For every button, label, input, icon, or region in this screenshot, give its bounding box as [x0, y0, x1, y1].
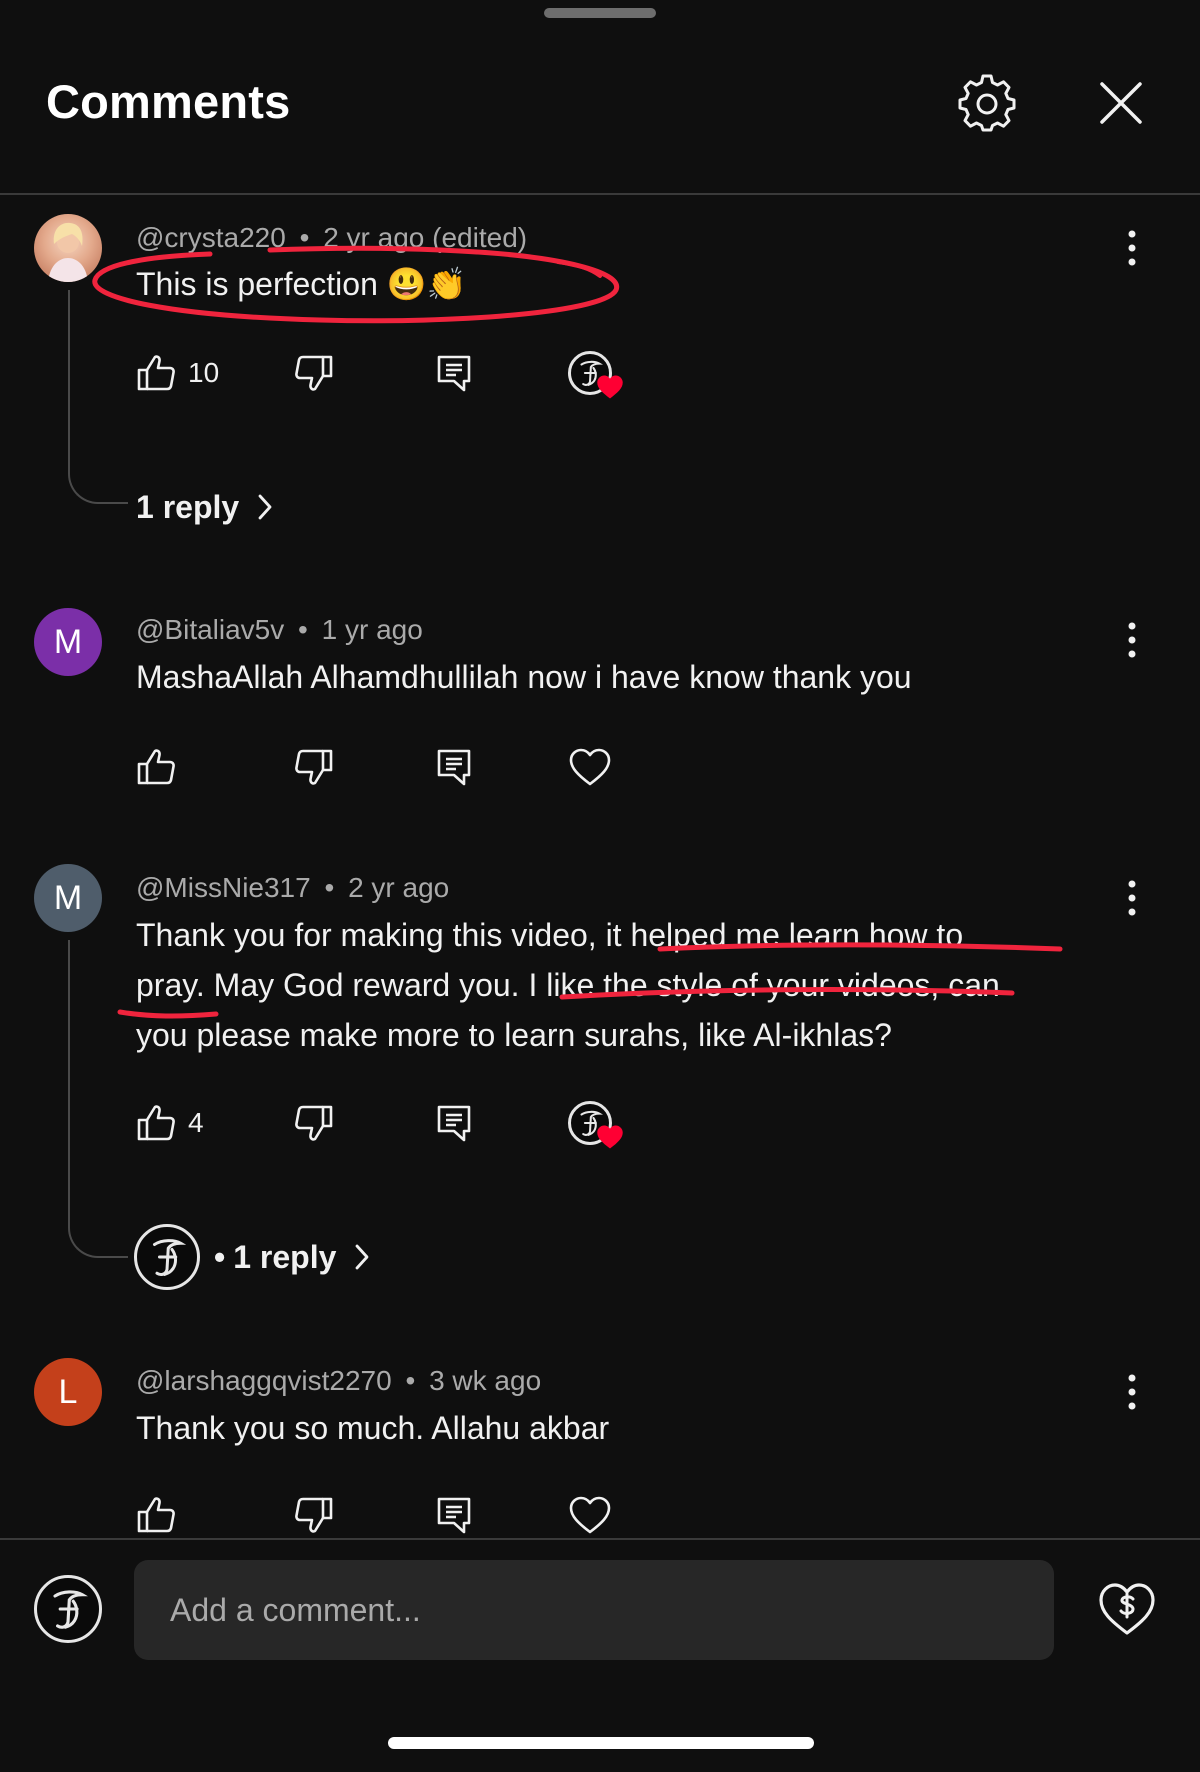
replies-dot: •: [214, 1238, 226, 1275]
comment-text: Thank you so much. Allahu akbar: [136, 1410, 610, 1446]
reply-icon: [434, 1103, 474, 1143]
heart-button[interactable]: [568, 742, 612, 792]
like-count: 10: [188, 357, 220, 388]
dislike-button[interactable]: [294, 1098, 334, 1148]
more-options-icon[interactable]: [1112, 218, 1152, 278]
chevron-right-icon: [354, 1243, 370, 1271]
dislike-button[interactable]: [294, 1490, 334, 1540]
creator-avatar: [134, 1224, 200, 1290]
reply-icon: [434, 747, 474, 787]
panel-title: Comments: [46, 75, 291, 128]
reply-icon: [434, 1495, 474, 1535]
reply-icon: [434, 353, 474, 393]
more-options-icon[interactable]: [1112, 868, 1152, 928]
user-avatar[interactable]: [34, 1575, 102, 1643]
like-button[interactable]: [136, 1490, 176, 1540]
reply-button[interactable]: [434, 348, 474, 398]
avatar-letter: M: [53, 622, 83, 661]
view-replies-link[interactable]: • 1 reply: [134, 1224, 370, 1290]
thumbs-up-icon: [136, 1495, 176, 1535]
avatar[interactable]: L: [34, 1358, 102, 1426]
heart-dollar-icon[interactable]: [1092, 1574, 1162, 1644]
thumbs-down-icon: [294, 1103, 334, 1143]
dislike-button[interactable]: [294, 348, 334, 398]
thumbs-up-icon: [136, 747, 176, 787]
creator-heart[interactable]: [568, 348, 628, 399]
avatar-letter: M: [53, 878, 83, 917]
red-heart-icon: [597, 1125, 623, 1149]
reply-button[interactable]: [434, 1490, 474, 1540]
comment-author[interactable]: @larshaggqvist2270: [136, 1365, 392, 1396]
close-icon[interactable]: [1086, 68, 1156, 138]
heart-button[interactable]: [568, 1490, 612, 1540]
avatar-letter: L: [58, 1372, 78, 1411]
chevron-right-icon: [257, 493, 273, 521]
like-button[interactable]: 4: [136, 1098, 204, 1148]
comment-text: MashaAllah Alhamdhullilah now i have kno…: [136, 659, 912, 695]
comment-author[interactable]: @Bitaliav5v: [136, 614, 284, 645]
creator-heart[interactable]: [568, 1098, 628, 1149]
avatar[interactable]: M: [34, 864, 102, 932]
like-count: 4: [188, 1107, 204, 1138]
drag-handle[interactable]: [544, 8, 656, 18]
dislike-button[interactable]: [294, 742, 334, 792]
replies-label: 1 reply: [136, 488, 240, 525]
more-options-icon[interactable]: [1112, 1362, 1152, 1422]
comment-meta: @Bitaliav5v • 1 yr ago: [136, 614, 423, 646]
comment-input[interactable]: [168, 1590, 1032, 1630]
thumbs-down-icon: [294, 1495, 334, 1535]
reply-button[interactable]: [434, 742, 474, 792]
like-button[interactable]: [136, 742, 176, 792]
meta-separator: •: [324, 872, 335, 903]
comment-input-box[interactable]: [134, 1560, 1054, 1660]
heart-icon: [568, 747, 612, 787]
comment-author[interactable]: @MissNie317: [136, 872, 311, 903]
heart-icon: [568, 1495, 612, 1535]
like-button[interactable]: 10: [136, 348, 219, 398]
red-heart-icon: [597, 375, 623, 399]
home-indicator[interactable]: [388, 1737, 814, 1749]
meta-separator: •: [298, 614, 308, 645]
comment-time: 3 wk ago: [429, 1365, 542, 1396]
thumbs-up-icon: [136, 353, 176, 393]
comment-time: 2 yr ago: [348, 872, 450, 903]
annotation-circle: [92, 245, 620, 324]
avatar[interactable]: M: [34, 608, 102, 676]
reply-button[interactable]: [434, 1098, 474, 1148]
thumbs-down-icon: [294, 353, 334, 393]
thumbs-down-icon: [294, 747, 334, 787]
comment-meta: @larshaggqvist2270 • 3 wk ago: [136, 1365, 541, 1397]
replies-label: 1 reply: [233, 1238, 337, 1275]
meta-separator: •: [405, 1365, 416, 1396]
comment-meta: @MissNie317 • 2 yr ago: [136, 872, 449, 904]
gear-icon[interactable]: [952, 68, 1022, 138]
annotation-underlines: [117, 942, 1063, 1019]
comment-time: 1 yr ago: [321, 614, 423, 645]
more-options-icon[interactable]: [1112, 610, 1152, 670]
view-replies-link[interactable]: 1 reply: [136, 482, 273, 532]
thumbs-up-icon: [136, 1103, 176, 1143]
header-divider: [0, 193, 1200, 195]
